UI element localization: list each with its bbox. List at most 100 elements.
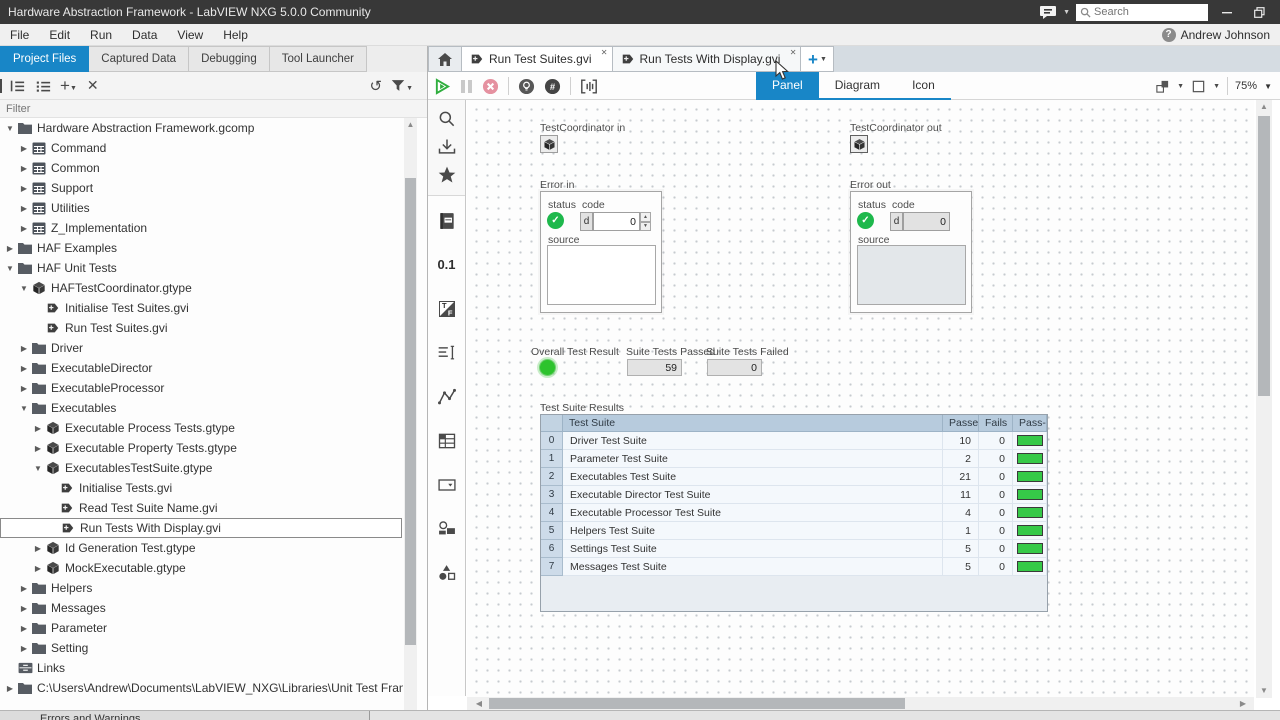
tree-item-mockexecutable-gtype[interactable]: ▶ MockExecutable.gtype bbox=[0, 558, 403, 578]
tree-item-setting[interactable]: ▶ Setting bbox=[0, 638, 403, 658]
tree-item-messages[interactable]: ▶ Messages bbox=[0, 598, 403, 618]
panel-canvas[interactable]: TestCoordinator in TestCoordinator out E… bbox=[467, 100, 1254, 697]
chevron-right-icon[interactable]: ▶ bbox=[18, 224, 30, 233]
global-search[interactable] bbox=[1076, 3, 1208, 21]
tree-filter-input[interactable] bbox=[0, 102, 380, 115]
chevron-right-icon[interactable]: ▶ bbox=[18, 344, 30, 353]
tab-debugging[interactable]: Debugging bbox=[189, 46, 270, 72]
tab-tool-launcher[interactable]: Tool Launcher bbox=[269, 46, 367, 72]
tree-item-executables[interactable]: ▼ Executables bbox=[0, 398, 403, 418]
probes-icon[interactable]: # bbox=[544, 78, 561, 95]
menu-file[interactable]: File bbox=[0, 24, 39, 45]
tab-diagram[interactable]: Diagram bbox=[819, 72, 896, 98]
tree-item-common[interactable]: ▶ Common bbox=[0, 158, 403, 178]
canvas-hscroll-thumb[interactable] bbox=[489, 698, 905, 709]
arrange-icon[interactable] bbox=[1155, 79, 1170, 94]
tree-item-helpers[interactable]: ▶ Helpers bbox=[0, 578, 403, 598]
chevron-right-icon[interactable]: ▶ bbox=[18, 184, 30, 193]
canvas-vscroll-thumb[interactable] bbox=[1258, 116, 1270, 396]
errors-warnings-tab[interactable]: Errors and Warnings bbox=[0, 711, 370, 720]
chevron-down-icon[interactable]: ▼ bbox=[4, 124, 16, 133]
tree-item-support[interactable]: ▶ Support bbox=[0, 178, 403, 198]
palette-dropdown-icon[interactable] bbox=[434, 472, 460, 497]
palette-search-icon[interactable] bbox=[434, 106, 460, 131]
user-help-icon[interactable]: ? bbox=[1161, 27, 1176, 42]
chevron-right-icon[interactable]: ▶ bbox=[18, 584, 30, 593]
chevron-right-icon[interactable]: ▶ bbox=[4, 684, 16, 693]
tree-item-utilities[interactable]: ▶ Utilities bbox=[0, 198, 403, 218]
filter-caret[interactable]: ▼ bbox=[406, 77, 413, 100]
code-spinner[interactable]: ▲ ▼ bbox=[640, 212, 651, 231]
status-ok-icon[interactable]: ✓ bbox=[547, 212, 564, 229]
tc-in-control[interactable] bbox=[540, 135, 558, 153]
results-row-executables-test-suite[interactable]: 2 Executables Test Suite 21 0 bbox=[541, 468, 1047, 486]
chevron-right-icon[interactable]: ▶ bbox=[18, 604, 30, 613]
add-item-caret[interactable]: ▼ bbox=[70, 77, 77, 100]
menu-help[interactable]: Help bbox=[213, 24, 258, 45]
canvas-scroll-down-icon[interactable]: ▼ bbox=[1256, 684, 1272, 696]
code-input[interactable] bbox=[593, 212, 640, 231]
bounds-caret[interactable]: ▼ bbox=[1213, 83, 1220, 90]
tree-scroll-up-icon[interactable]: ▲ bbox=[404, 118, 417, 130]
results-row-executable-processor-test-suite[interactable]: 4 Executable Processor Test Suite 4 0 bbox=[541, 504, 1047, 522]
feedback-dropdown-caret[interactable]: ▼ bbox=[1063, 9, 1070, 16]
tree-scrollbar[interactable]: ▲ ▼ bbox=[404, 118, 417, 720]
tree-item-driver[interactable]: ▶ Driver bbox=[0, 338, 403, 358]
chevron-down-icon[interactable]: ▼ bbox=[18, 404, 30, 413]
tree-item-executable-process-tests-gtype[interactable]: ▶ Executable Process Tests.gtype bbox=[0, 418, 403, 438]
tree-item-run-test-suites-gvi[interactable]: Run Test Suites.gvi bbox=[0, 318, 403, 338]
palette-decorations-icon[interactable] bbox=[434, 516, 460, 541]
canvas-vscrollbar[interactable]: ▲ ▼ bbox=[1256, 100, 1272, 698]
menu-edit[interactable]: Edit bbox=[39, 24, 80, 45]
results-row-parameter-test-suite[interactable]: 1 Parameter Test Suite 2 0 bbox=[541, 450, 1047, 468]
palette-favorites-icon[interactable] bbox=[434, 162, 460, 187]
minimize-button[interactable] bbox=[1214, 3, 1240, 21]
tree-item-executabledirector[interactable]: ▶ ExecutableDirector bbox=[0, 358, 403, 378]
tree-item-haftestcoordinator-gtype[interactable]: ▼ HAFTestCoordinator.gtype bbox=[0, 278, 403, 298]
close-tab-icon[interactable]: ✕ bbox=[601, 48, 608, 57]
palette-shapes-icon[interactable] bbox=[434, 560, 460, 585]
tc-out-indicator[interactable] bbox=[850, 135, 868, 153]
tree-item-read-test-suite-name-gvi[interactable]: Read Test Suite Name.gvi bbox=[0, 498, 403, 518]
spin-down-icon[interactable]: ▼ bbox=[640, 221, 651, 231]
results-row-executable-director-test-suite[interactable]: 3 Executable Director Test Suite 11 0 bbox=[541, 486, 1047, 504]
chevron-right-icon[interactable]: ▶ bbox=[32, 444, 44, 453]
tree-item-executablestestsuite-gtype[interactable]: ▼ ExecutablesTestSuite.gtype bbox=[0, 458, 403, 478]
pause-button[interactable] bbox=[460, 79, 473, 94]
results-row-helpers-test-suite[interactable]: 5 Helpers Test Suite 1 0 bbox=[541, 522, 1047, 540]
chevron-right-icon[interactable]: ▶ bbox=[18, 384, 30, 393]
tree-item-run-tests-with-display-gvi[interactable]: Run Tests With Display.gvi bbox=[0, 518, 402, 538]
tree-item-id-generation-test-gtype[interactable]: ▶ Id Generation Test.gtype bbox=[0, 538, 403, 558]
new-tab-caret[interactable]: ▼ bbox=[820, 56, 827, 63]
results-row-driver-test-suite[interactable]: 0 Driver Test Suite 10 0 bbox=[541, 432, 1047, 450]
menu-data[interactable]: Data bbox=[122, 24, 167, 45]
chevron-right-icon[interactable]: ▶ bbox=[32, 424, 44, 433]
tree-item-c-users-andrew-documents-labview-n[interactable]: ▶ C:\Users\Andrew\Documents\LabVIEW_NXG\L… bbox=[0, 678, 403, 698]
palette-text-controls-icon[interactable] bbox=[434, 340, 460, 365]
doc-tab-run-tests-with-display[interactable]: Run Tests With Display.gvi ✕ bbox=[612, 46, 802, 72]
canvas-scroll-right-icon[interactable]: ▶ bbox=[1237, 697, 1249, 710]
tree-item-executableprocessor[interactable]: ▶ ExecutableProcessor bbox=[0, 378, 403, 398]
palette-controls-notebook-icon[interactable] bbox=[434, 208, 460, 233]
tree-item-z-implementation[interactable]: ▶ Z_Implementation bbox=[0, 218, 403, 238]
tree-item-initialise-tests-gvi[interactable]: Initialise Tests.gvi bbox=[0, 478, 403, 498]
chevron-right-icon[interactable]: ▶ bbox=[32, 544, 44, 553]
refresh-icon[interactable]: ↺ bbox=[369, 74, 382, 98]
add-item-button[interactable]: + bbox=[60, 74, 70, 98]
bounds-icon[interactable] bbox=[1191, 79, 1206, 94]
tree-item-haf-unit-tests[interactable]: ▼ HAF Unit Tests bbox=[0, 258, 403, 278]
menu-view[interactable]: View bbox=[167, 24, 213, 45]
canvas-scroll-left-icon[interactable]: ◀ bbox=[473, 697, 485, 710]
collapse-all-icon[interactable] bbox=[8, 74, 26, 98]
new-tab-button[interactable]: + ▼ bbox=[801, 46, 835, 72]
home-button[interactable] bbox=[428, 46, 462, 72]
chevron-right-icon[interactable]: ▶ bbox=[18, 624, 30, 633]
list-view-icon[interactable] bbox=[34, 74, 52, 98]
zoom-caret[interactable]: ▼ bbox=[1264, 82, 1272, 91]
chevron-right-icon[interactable]: ▶ bbox=[32, 564, 44, 573]
palette-boolean-icon[interactable]: TF bbox=[434, 296, 460, 321]
search-input[interactable] bbox=[1094, 6, 1194, 18]
chevron-down-icon[interactable]: ▼ bbox=[4, 264, 16, 273]
abort-button[interactable] bbox=[482, 78, 499, 95]
tree-item-executable-property-tests-gtype[interactable]: ▶ Executable Property Tests.gtype bbox=[0, 438, 403, 458]
